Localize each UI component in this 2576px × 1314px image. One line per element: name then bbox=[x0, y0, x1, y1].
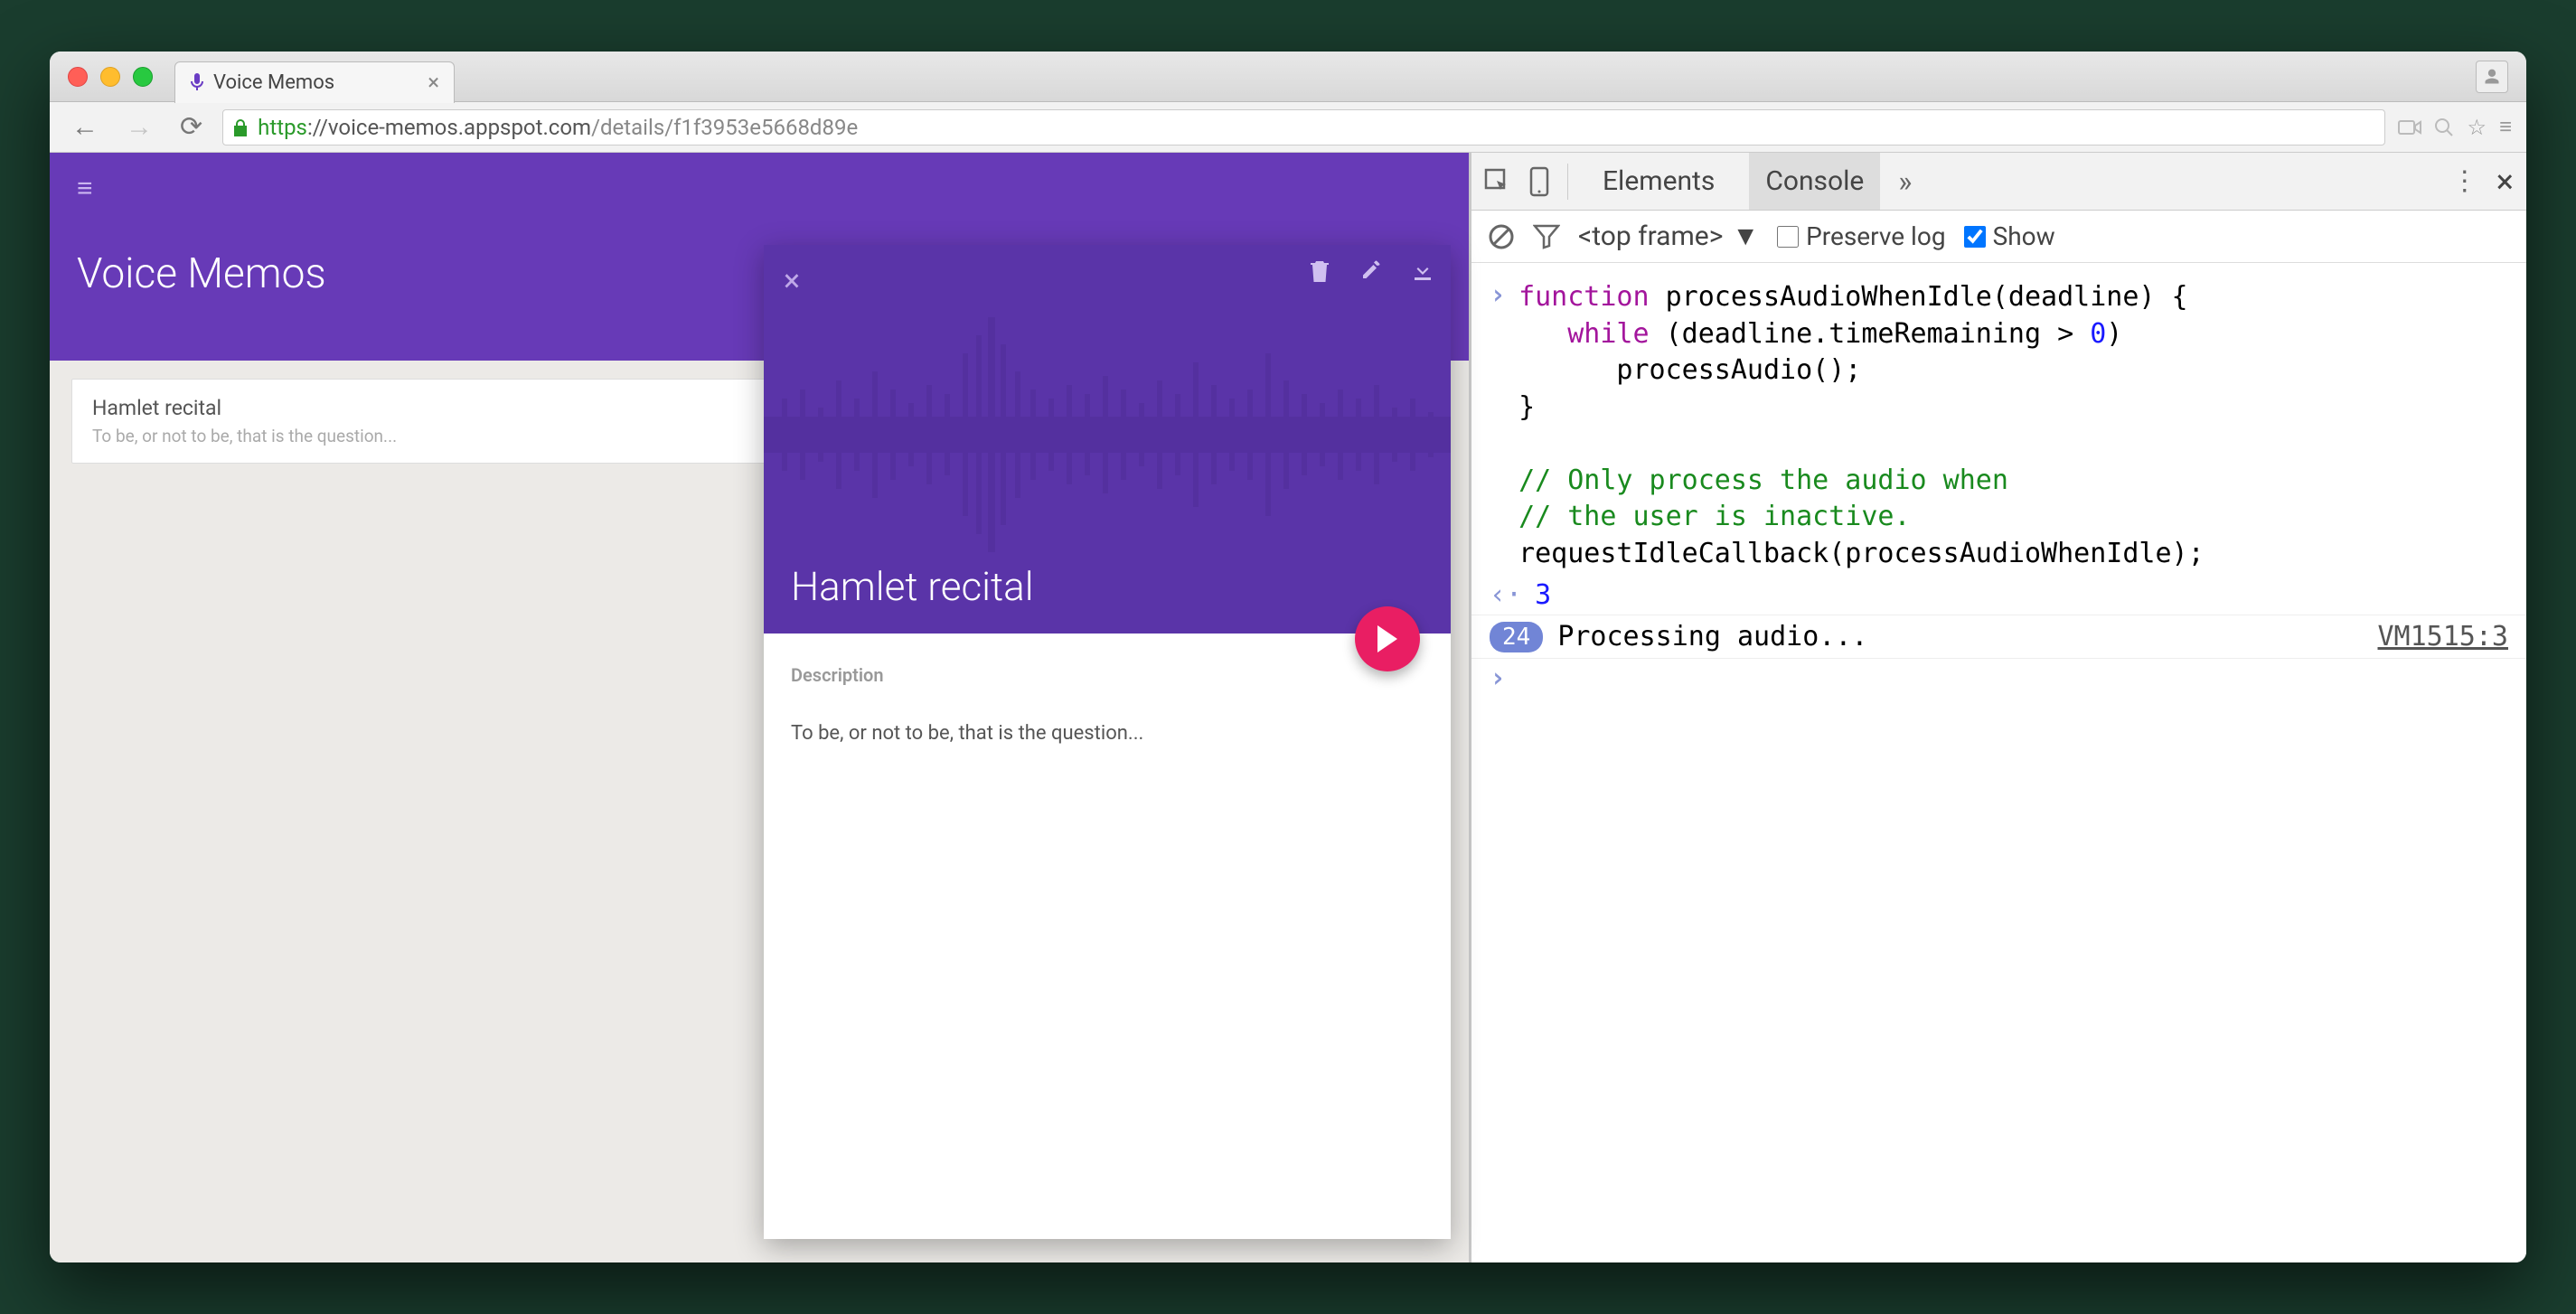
filter-icon[interactable] bbox=[1533, 224, 1560, 249]
waveform bbox=[764, 299, 1451, 570]
console-toolbar: <top frame> ▼ Preserve log Show bbox=[1471, 211, 2526, 263]
clear-console-icon[interactable] bbox=[1488, 223, 1515, 250]
frame-label: <top frame> bbox=[1578, 221, 1723, 252]
zoom-icon[interactable] bbox=[2434, 117, 2454, 137]
close-icon[interactable]: × bbox=[784, 263, 800, 299]
url-bar[interactable]: https://voice-memos.appspot.com/details/… bbox=[222, 109, 2385, 145]
console-return-value: 3 bbox=[1535, 579, 1551, 611]
window-zoom-button[interactable] bbox=[133, 67, 153, 87]
profile-button[interactable] bbox=[2476, 61, 2508, 93]
browser-tab[interactable]: Voice Memos × bbox=[174, 61, 455, 103]
toolbar-right: ☆ ≡ bbox=[2398, 114, 2512, 140]
url-scheme: https bbox=[258, 115, 307, 140]
description-label: Description bbox=[791, 664, 1424, 686]
chevron-down-icon: ▼ bbox=[1732, 221, 1759, 252]
titlebar: Voice Memos × bbox=[50, 52, 2526, 102]
console-input-code: function processAudioWhenIdle(deadline) … bbox=[1518, 279, 2508, 572]
show-checkbox[interactable]: Show bbox=[1964, 221, 2055, 251]
url-path: /details/f1f3953e5668d89e bbox=[591, 115, 858, 140]
detail-card: × Hamlet recital bbox=[764, 245, 1451, 1239]
preserve-log-input[interactable] bbox=[1777, 226, 1799, 248]
detail-title: Hamlet recital bbox=[791, 563, 1034, 610]
tab-close-icon[interactable]: × bbox=[428, 70, 439, 95]
url-host: ://voice-memos.appspot.com bbox=[307, 115, 591, 140]
lock-icon bbox=[232, 118, 249, 136]
mic-icon bbox=[190, 73, 204, 91]
hamburger-icon[interactable]: ≡ bbox=[77, 173, 1442, 204]
menu-icon[interactable]: ≡ bbox=[2499, 114, 2512, 140]
window-close-button[interactable] bbox=[68, 67, 88, 87]
devtools-panel: Elements Console » ⋮ × <top frame> ▼ bbox=[1469, 153, 2526, 1262]
camera-icon[interactable] bbox=[2398, 118, 2421, 136]
tabs-overflow-icon[interactable]: » bbox=[1898, 164, 1912, 199]
prompt-icon: › bbox=[1490, 279, 1506, 311]
log-source-link[interactable]: VM1515:3 bbox=[2378, 621, 2509, 652]
tab-console[interactable]: Console bbox=[1749, 153, 1880, 210]
inspect-icon[interactable] bbox=[1484, 168, 1511, 195]
console-output[interactable]: › function processAudioWhenIdle(deadline… bbox=[1471, 263, 2526, 1262]
detail-header: × Hamlet recital bbox=[764, 245, 1451, 634]
preserve-log-checkbox[interactable]: Preserve log bbox=[1777, 221, 1945, 251]
output-icon: ‹· bbox=[1490, 579, 1522, 611]
delete-icon[interactable] bbox=[1310, 259, 1330, 283]
prompt-icon[interactable]: › bbox=[1490, 662, 1506, 694]
play-button[interactable] bbox=[1355, 606, 1420, 671]
device-icon[interactable] bbox=[1529, 166, 1549, 197]
content: ≡ Voice Memos Hamlet recital To be, or n… bbox=[50, 153, 2526, 1262]
log-message: Processing audio... bbox=[1557, 621, 2377, 652]
devtools-close-icon[interactable]: × bbox=[2496, 163, 2514, 201]
edit-icon[interactable] bbox=[1360, 259, 1382, 283]
preserve-log-label: Preserve log bbox=[1806, 221, 1945, 251]
detail-body: Description To be, or not to be, that is… bbox=[764, 634, 1451, 775]
tab-elements[interactable]: Elements bbox=[1586, 153, 1731, 210]
devtools-tabs: Elements Console » ⋮ × bbox=[1471, 153, 2526, 211]
devtools-menu-icon[interactable]: ⋮ bbox=[2451, 165, 2478, 197]
description-text: To be, or not to be, that is the questio… bbox=[791, 722, 1424, 745]
browser-window: Voice Memos × ← → ⟳ https://voice-memos.… bbox=[50, 52, 2526, 1262]
download-icon[interactable] bbox=[1413, 259, 1433, 283]
tab-title: Voice Memos bbox=[213, 71, 334, 94]
window-minimize-button[interactable] bbox=[100, 67, 120, 87]
frame-selector[interactable]: <top frame> ▼ bbox=[1578, 221, 1759, 252]
console-log-row: 24 Processing audio... VM1515:3 bbox=[1471, 615, 2526, 659]
log-count-badge: 24 bbox=[1490, 622, 1543, 652]
traffic-lights bbox=[68, 67, 153, 87]
app-pane: ≡ Voice Memos Hamlet recital To be, or n… bbox=[50, 153, 1469, 1262]
show-input[interactable] bbox=[1964, 226, 1986, 248]
browser-toolbar: ← → ⟳ https://voice-memos.appspot.com/de… bbox=[50, 102, 2526, 153]
show-label: Show bbox=[1993, 221, 2055, 251]
bookmark-icon[interactable]: ☆ bbox=[2467, 115, 2487, 140]
forward-button[interactable]: → bbox=[118, 108, 160, 146]
reload-button[interactable]: ⟳ bbox=[173, 108, 210, 146]
back-button[interactable]: ← bbox=[64, 108, 106, 146]
